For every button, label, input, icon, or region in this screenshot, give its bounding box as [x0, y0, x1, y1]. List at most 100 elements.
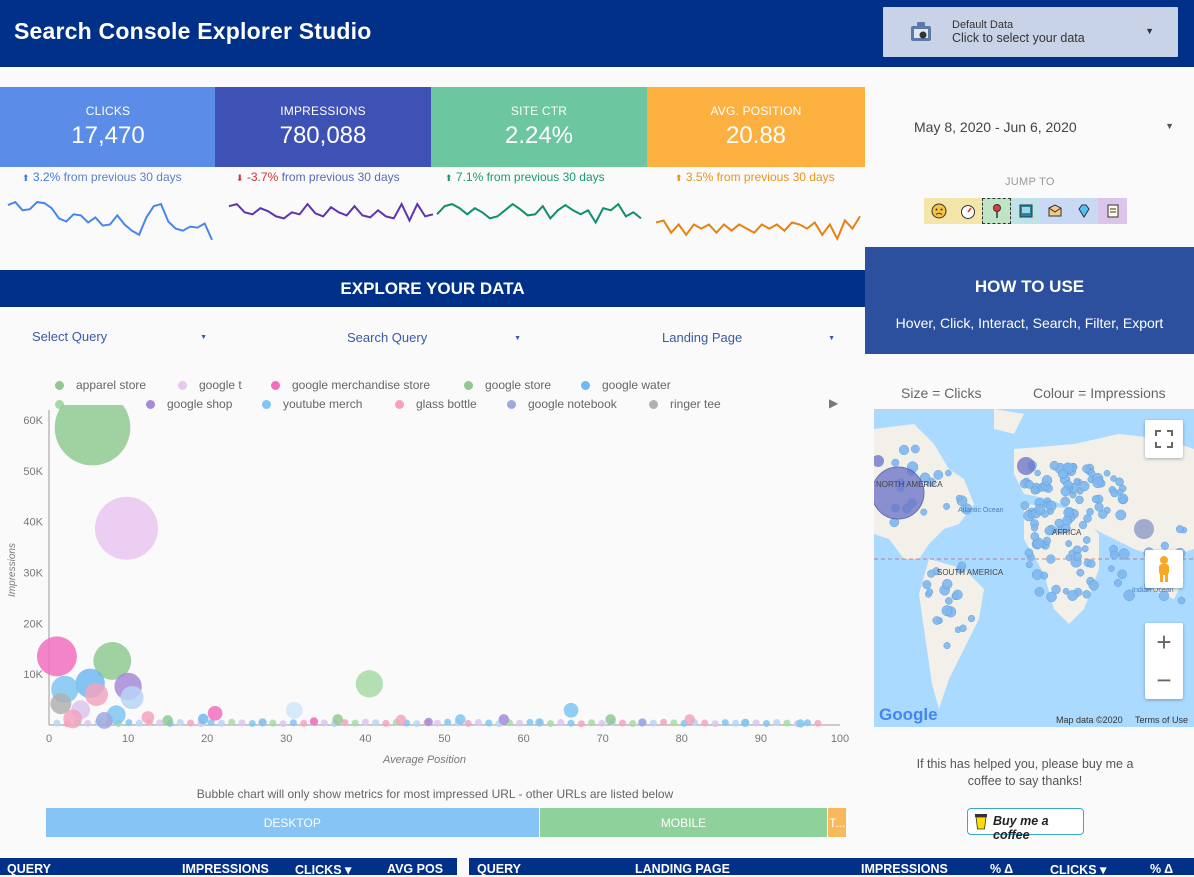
map-bubble[interactable] — [1034, 469, 1041, 477]
map-bubble[interactable] — [1082, 536, 1091, 544]
map-bubble[interactable] — [1079, 480, 1090, 492]
map-bubble[interactable] — [1068, 549, 1076, 557]
buy-me-a-coffee-button[interactable]: Buy me a coffee — [967, 808, 1084, 842]
bubble-point[interactable] — [207, 705, 223, 721]
map-bubble[interactable] — [1024, 548, 1034, 558]
map-bubble[interactable] — [1117, 569, 1127, 580]
bubble-point-small[interactable] — [526, 718, 534, 726]
map-bubble[interactable] — [1119, 496, 1127, 504]
device-segment-desktop[interactable]: DESKTOP — [46, 808, 540, 837]
street-view-pegman-icon[interactable] — [1145, 550, 1183, 588]
map-bubble[interactable] — [1160, 541, 1169, 550]
map-bubble[interactable] — [1109, 550, 1119, 560]
map-bubble[interactable] — [1041, 475, 1053, 486]
bubble-point-small[interactable] — [783, 719, 791, 727]
bubble-point-small[interactable] — [804, 719, 812, 727]
bubble-point-small[interactable] — [464, 719, 472, 727]
bubble-point[interactable] — [332, 714, 343, 725]
column-header-query[interactable]: QUERY — [7, 862, 51, 876]
landing-page-filter[interactable]: Landing Page ▼ — [662, 330, 835, 352]
legend-item[interactable]: google store — [464, 378, 551, 392]
map-bubble[interactable] — [1075, 495, 1084, 505]
map-bubble[interactable] — [1060, 496, 1071, 507]
bubble-point-small[interactable] — [289, 719, 297, 727]
data-source-selector[interactable]: Default Data Click to select your data ▼ — [883, 7, 1178, 57]
map-bubble[interactable] — [1076, 568, 1085, 577]
map-bubble[interactable] — [1065, 540, 1073, 548]
map-bubble[interactable] — [1031, 524, 1039, 532]
map-bubble[interactable] — [1062, 587, 1070, 595]
map-bubble[interactable] — [1110, 475, 1117, 482]
bubble-point-small[interactable] — [598, 719, 606, 727]
column-header-pct-change[interactable]: % Δ — [990, 862, 1013, 876]
map-bubble[interactable] — [1024, 479, 1034, 489]
column-header-impressions[interactable]: IMPRESSIONS — [861, 862, 948, 876]
map-bubble[interactable] — [1049, 460, 1060, 471]
map-bubble[interactable] — [1091, 495, 1100, 504]
bubble-chart[interactable]: 10K 20K 30K 40K 50K 60K 0 10 20 30 40 50 60 70 80 90 100… — [0, 405, 865, 770]
bubble-point-small[interactable] — [773, 719, 781, 727]
bubble-point-small[interactable] — [629, 720, 637, 728]
bubble-point-small[interactable] — [444, 718, 452, 726]
bubble-point-small[interactable] — [588, 719, 596, 727]
bubble-point[interactable] — [120, 686, 144, 710]
map-bubble[interactable] — [943, 642, 951, 650]
bubble-point-small[interactable] — [618, 719, 626, 727]
bubble-point-small[interactable] — [433, 719, 441, 727]
map-bubble[interactable] — [1118, 548, 1130, 560]
bubble-point[interactable] — [498, 714, 510, 725]
map-bubble[interactable] — [1030, 532, 1040, 541]
bubble-point-small[interactable] — [248, 719, 256, 727]
bubble-point-small[interactable] — [269, 719, 277, 727]
bubble-point[interactable] — [141, 711, 155, 724]
map-bubble[interactable] — [1103, 469, 1111, 477]
bubble-point-small[interactable] — [711, 720, 719, 728]
jump-gauge-button[interactable] — [953, 198, 982, 224]
bubble-point-small[interactable] — [557, 719, 565, 727]
map-bubble[interactable] — [1046, 591, 1057, 603]
bubble-point[interactable] — [162, 715, 173, 726]
map-bubble[interactable] — [891, 458, 900, 467]
map-bubble[interactable] — [1020, 501, 1030, 510]
bubble-point-small[interactable] — [516, 719, 524, 727]
legend-item[interactable]: apparel store — [55, 378, 146, 392]
bubble-point-small[interactable] — [279, 720, 287, 728]
map-bubble[interactable] — [1034, 587, 1045, 597]
map-bubble[interactable] — [910, 444, 920, 454]
jump-book-button[interactable] — [1011, 198, 1040, 224]
map-bubble[interactable] — [1088, 580, 1099, 591]
map-bubble[interactable] — [1058, 469, 1068, 480]
bubble-point-small[interactable] — [84, 719, 92, 727]
select-query-filter[interactable]: Select Query ▼ — [32, 329, 207, 351]
bubble-point-small[interactable] — [187, 719, 195, 727]
bubble-point-small[interactable] — [217, 719, 225, 727]
bubble-point-small[interactable] — [300, 719, 308, 727]
bubble-point[interactable] — [355, 670, 384, 698]
map-bubble[interactable] — [1046, 554, 1056, 564]
map-bubble[interactable] — [926, 588, 934, 596]
bubble-point[interactable] — [95, 496, 159, 560]
map-bubble[interactable] — [967, 614, 976, 623]
legend-item[interactable]: google water — [581, 378, 671, 392]
bubble-point[interactable] — [796, 719, 805, 728]
map-bubble[interactable] — [1092, 477, 1104, 489]
map-bubble[interactable] — [1082, 590, 1091, 599]
map-bubble[interactable] — [898, 444, 910, 456]
bubble-point-small[interactable] — [762, 719, 770, 727]
bubble-point[interactable] — [63, 709, 83, 729]
map-bubble[interactable] — [932, 616, 942, 625]
search-query-filter[interactable]: Search Query ▼ — [347, 330, 521, 352]
legend-item[interactable]: google merchandise store — [271, 378, 430, 392]
map-bubble[interactable] — [1063, 507, 1074, 518]
bubble-point-small[interactable] — [125, 719, 133, 727]
bubble-point[interactable] — [455, 714, 466, 725]
map-bubble[interactable] — [933, 470, 944, 480]
bubble-point[interactable] — [395, 714, 407, 726]
map-bubble[interactable] — [941, 605, 953, 617]
map-bubble[interactable] — [1094, 502, 1104, 512]
bubble-point-small[interactable] — [228, 718, 236, 726]
bubble-point[interactable] — [309, 717, 319, 726]
map-bubble[interactable] — [1034, 503, 1046, 515]
jump-folder-button[interactable] — [1040, 198, 1069, 224]
map-bubble[interactable] — [920, 508, 928, 516]
